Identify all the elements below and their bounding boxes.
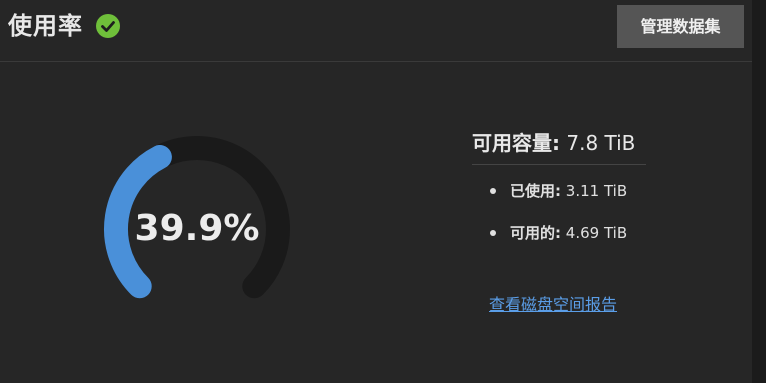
- list-item-used: 已使用: 3.11 TiB: [490, 176, 627, 218]
- available-label: 可用的:: [510, 224, 561, 242]
- bullet-icon: [490, 188, 496, 194]
- bullet-icon: [490, 230, 496, 236]
- capacity-label: 可用容量:: [472, 131, 560, 155]
- capacity-value: 7.8 TiB: [566, 131, 636, 155]
- usage-stats-list: 已使用: 3.11 TiB 可用的: 4.69 TiB: [490, 176, 627, 260]
- disk-space-report-link[interactable]: 查看磁盘空间报告: [489, 291, 617, 319]
- available-value: 4.69 TiB: [565, 224, 628, 242]
- card-title: 使用率: [8, 12, 83, 40]
- manage-datasets-button[interactable]: 管理数据集: [617, 5, 744, 48]
- card-header: 使用率 管理数据集: [0, 0, 752, 62]
- check-circle-icon: [96, 14, 120, 38]
- list-item-available: 可用的: 4.69 TiB: [490, 218, 627, 260]
- used-label: 已使用:: [510, 182, 561, 200]
- used-value: 3.11 TiB: [565, 182, 628, 200]
- usage-card: 使用率 管理数据集 39.9% 可用容量: 7.8 TiB 已使用: 3.11 …: [0, 0, 752, 383]
- scrollbar-gutter: [752, 0, 766, 383]
- gauge-percent-label: 39.9%: [134, 208, 260, 249]
- available-capacity: 可用容量: 7.8 TiB: [472, 128, 646, 165]
